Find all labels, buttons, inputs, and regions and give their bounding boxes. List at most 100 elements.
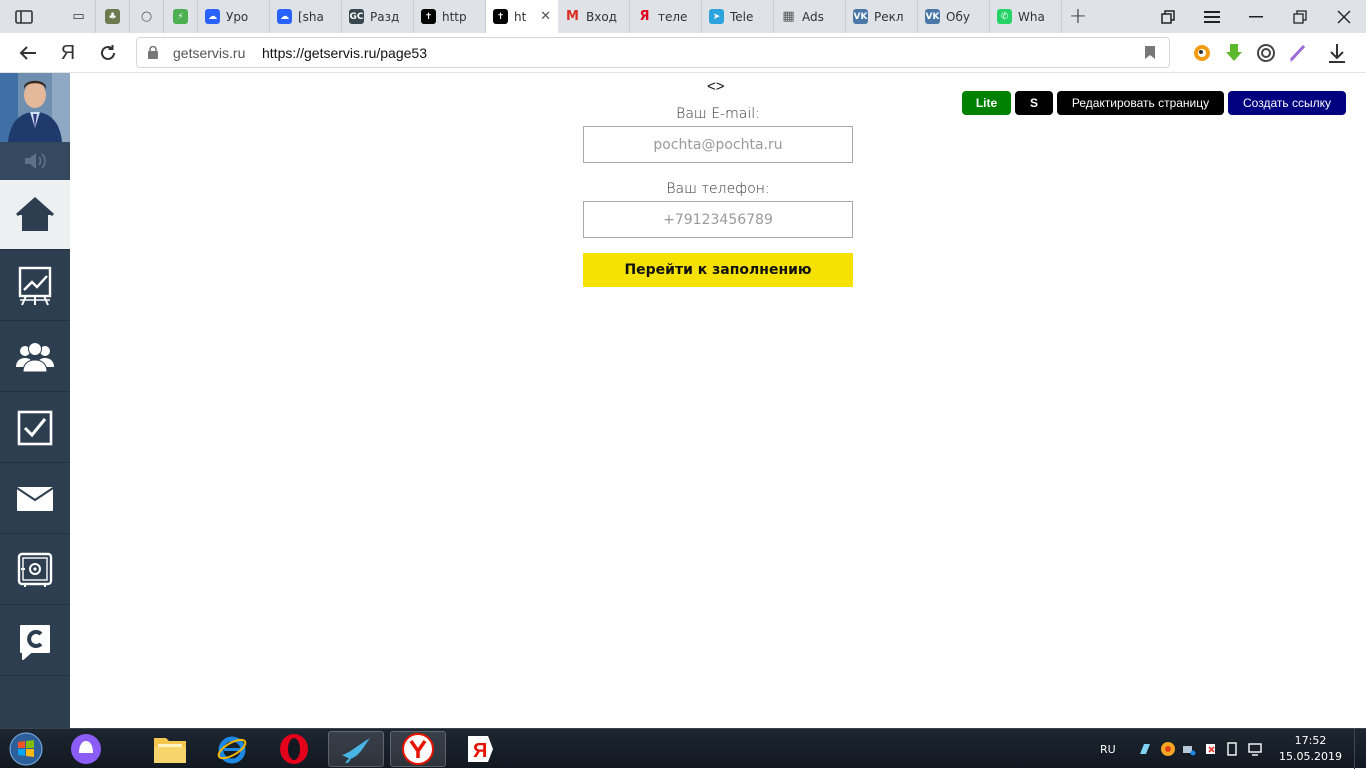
browser-tab[interactable]: ☁ Уро bbox=[198, 0, 270, 33]
cloud-icon: ☁ bbox=[277, 9, 292, 24]
browser-tab[interactable]: ➤ Tele bbox=[702, 0, 774, 33]
yandex-ya-icon: Я bbox=[60, 41, 76, 64]
tab-title: http bbox=[442, 9, 467, 24]
system-clock[interactable]: 17:52 15.05.2019 bbox=[1279, 733, 1342, 765]
language-indicator[interactable]: RU bbox=[1100, 743, 1116, 756]
tab-title: Вход bbox=[586, 9, 617, 24]
extension-spiral-button[interactable] bbox=[1255, 42, 1277, 64]
avatar[interactable] bbox=[0, 73, 70, 142]
browser-tab[interactable]: ✝ http bbox=[414, 0, 486, 33]
email-field[interactable] bbox=[583, 126, 853, 163]
ie-taskbar-button[interactable] bbox=[204, 731, 260, 767]
browser-tab[interactable]: ○ bbox=[130, 0, 164, 33]
tab-title: Разд bbox=[370, 9, 400, 24]
orange-ring-icon bbox=[1194, 45, 1210, 61]
tab-title: Ads bbox=[802, 9, 824, 24]
close-window-button[interactable] bbox=[1322, 0, 1366, 33]
browser-tab[interactable]: VK Рекл bbox=[846, 0, 918, 33]
extension-orange-button[interactable] bbox=[1191, 42, 1213, 64]
downloads-button[interactable] bbox=[1326, 42, 1348, 64]
tray-usb-icon[interactable] bbox=[1226, 742, 1238, 756]
create-link-button[interactable]: Создать ссылку bbox=[1228, 91, 1346, 115]
browser-tab-strip: ▭ ♣ ○ ⚡ ☁ Уро ☁ [sha GC Разд ✝ http ✝ ht ✕ M Вход Ятеле ➤ T… bbox=[0, 0, 1366, 33]
back-button[interactable] bbox=[15, 40, 41, 66]
extension-download-green-button[interactable] bbox=[1223, 42, 1245, 64]
leaf-icon: ⚡ bbox=[173, 9, 188, 24]
opera-icon bbox=[280, 734, 308, 764]
pen-icon bbox=[1289, 44, 1306, 62]
browser-tab[interactable]: M Вход bbox=[558, 0, 630, 33]
cloud-icon: ☁ bbox=[205, 9, 220, 24]
minimize-icon bbox=[1249, 15, 1263, 17]
address-bar[interactable]: getservis.ru https://getservis.ru/page53 bbox=[136, 37, 1170, 68]
browser-menu-button[interactable] bbox=[1190, 0, 1234, 33]
browser-tab[interactable]: Ятеле bbox=[630, 0, 702, 33]
tray-flower-icon[interactable] bbox=[1160, 741, 1176, 757]
yandex-browser-taskbar-button[interactable] bbox=[390, 731, 446, 767]
phone-field[interactable] bbox=[583, 201, 853, 238]
browser-tab[interactable]: ♣ bbox=[96, 0, 130, 33]
tabs-panel-button[interactable] bbox=[6, 4, 42, 30]
sidebar-item-mail[interactable] bbox=[0, 464, 70, 534]
sidebar-item-users[interactable] bbox=[0, 322, 70, 392]
tab-title: Wha bbox=[1018, 9, 1045, 24]
browser-tab[interactable]: ▭ bbox=[62, 0, 96, 33]
sidebar-item-settings[interactable] bbox=[0, 535, 70, 605]
tray-network-icon[interactable] bbox=[1182, 742, 1196, 756]
yandex-y-icon: Я bbox=[468, 736, 493, 762]
vk-icon: VK bbox=[925, 9, 940, 24]
s-button[interactable]: S bbox=[1015, 91, 1053, 115]
system-tray: RU bbox=[1100, 729, 1272, 769]
tray-monitor-icon[interactable] bbox=[1248, 742, 1262, 756]
yandex-taskbar-button[interactable]: Я bbox=[452, 731, 508, 767]
extension-pen-button[interactable] bbox=[1287, 42, 1309, 64]
show-desktop-button[interactable] bbox=[1354, 729, 1366, 769]
edit-page-button[interactable]: Редактировать страницу bbox=[1057, 91, 1224, 115]
tabs-switcher-button[interactable] bbox=[1146, 0, 1190, 33]
app-bird-taskbar-button[interactable] bbox=[328, 731, 384, 767]
start-button[interactable] bbox=[4, 731, 48, 767]
browser-tab[interactable]: ✝ ht ✕ bbox=[486, 0, 558, 33]
minimize-button[interactable] bbox=[1234, 0, 1278, 33]
tab-title: Обу bbox=[946, 9, 970, 24]
sidebar-item-home[interactable] bbox=[0, 180, 70, 250]
tab-close-icon[interactable]: ✕ bbox=[540, 9, 551, 24]
reload-icon bbox=[101, 45, 115, 60]
lite-button[interactable]: Lite bbox=[962, 91, 1011, 115]
opera-taskbar-button[interactable] bbox=[266, 731, 322, 767]
ads-icon: ▦ bbox=[782, 9, 795, 24]
tray-notes-icon[interactable] bbox=[1138, 742, 1152, 756]
alice-taskbar-button[interactable] bbox=[58, 731, 114, 767]
tab-title: теле bbox=[658, 9, 688, 24]
mail-icon bbox=[17, 486, 53, 511]
new-tab-button[interactable]: + bbox=[1062, 0, 1094, 33]
gc-icon: GC bbox=[349, 9, 364, 24]
spiral-icon bbox=[1257, 44, 1275, 62]
folder-icon bbox=[154, 738, 186, 763]
sidebar-item-stats[interactable] bbox=[0, 251, 70, 321]
sound-toggle[interactable] bbox=[0, 142, 70, 180]
green-download-icon bbox=[1226, 44, 1242, 61]
browser-tab[interactable]: GC Разд bbox=[342, 0, 414, 33]
browser-toolbar: Я getservis.ru https://getservis.ru/page… bbox=[0, 33, 1366, 73]
tilda-icon: ✝ bbox=[421, 9, 436, 24]
address-url[interactable]: https://getservis.ru/page53 bbox=[262, 45, 427, 61]
browser-tab[interactable]: ▦ Ads bbox=[774, 0, 846, 33]
explorer-taskbar-button[interactable] bbox=[142, 731, 198, 767]
browser-tab[interactable]: ⚡ bbox=[164, 0, 198, 33]
browser-tab[interactable]: ✆ Wha bbox=[990, 0, 1062, 33]
bookmark-icon[interactable] bbox=[1145, 46, 1155, 59]
go-to-form-button[interactable]: Перейти к заполнению bbox=[583, 253, 853, 287]
internet-explorer-icon bbox=[217, 736, 247, 764]
sidebar-item-chat[interactable] bbox=[0, 606, 70, 676]
restore-button[interactable] bbox=[1278, 0, 1322, 33]
clock-date: 15.05.2019 bbox=[1279, 750, 1342, 763]
yandex-home-button[interactable]: Я bbox=[55, 40, 81, 66]
tab-strip-icon: ▭ bbox=[72, 9, 85, 24]
sidebar-item-tasks[interactable] bbox=[0, 393, 70, 463]
browser-tab[interactable]: VK Обу bbox=[918, 0, 990, 33]
sidebar-panel-icon bbox=[15, 10, 33, 24]
browser-tab[interactable]: ☁ [sha bbox=[270, 0, 342, 33]
reload-button[interactable] bbox=[95, 40, 121, 66]
tray-flag-icon[interactable] bbox=[1204, 742, 1218, 756]
